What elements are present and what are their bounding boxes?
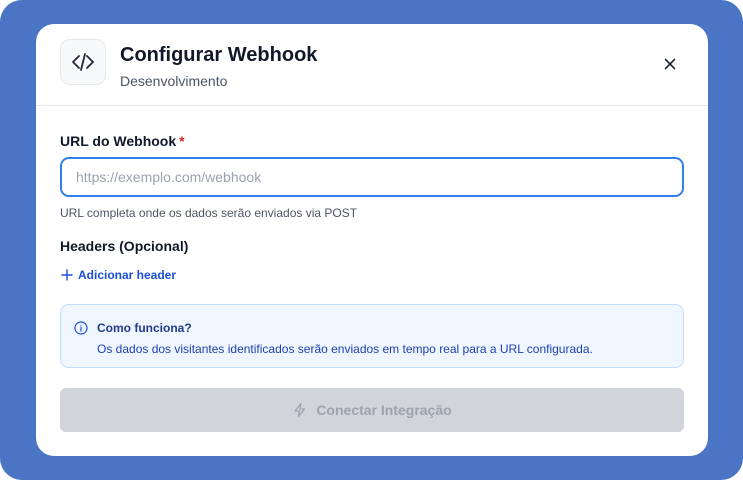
info-title: Como funciona?	[97, 321, 192, 335]
url-label-text: URL do Webhook	[60, 133, 177, 149]
required-marker: *	[179, 133, 185, 149]
webhook-url-input[interactable]	[60, 157, 684, 197]
dialog-subtitle: Desenvolvimento	[120, 73, 228, 89]
dialog-title: Configurar Webhook	[120, 44, 318, 66]
connect-button-label: Conectar Integração	[316, 402, 452, 418]
dialog-header: Configurar Webhook Desenvolvimento	[36, 24, 708, 106]
info-callout: Como funciona? Os dados dos visitantes i…	[60, 304, 684, 368]
webhook-dialog: Configurar Webhook Desenvolvimento URL d…	[36, 24, 708, 456]
add-header-button[interactable]: Adicionar header	[60, 267, 176, 283]
info-icon	[74, 321, 88, 335]
close-button[interactable]	[658, 54, 682, 78]
url-field-label: URL do Webhook *	[60, 132, 185, 150]
headers-section-label: Headers (Opcional)	[60, 238, 189, 254]
connect-integration-button[interactable]: Conectar Integração	[60, 388, 684, 432]
zap-icon	[292, 402, 308, 418]
modal-backdrop: Configurar Webhook Desenvolvimento URL d…	[0, 0, 743, 480]
add-header-label: Adicionar header	[78, 268, 177, 282]
code-icon	[60, 39, 106, 85]
info-text: Os dados dos visitantes identificados se…	[97, 342, 593, 356]
url-help-text: URL completa onde os dados serão enviado…	[60, 206, 358, 220]
close-icon	[664, 57, 676, 75]
plus-icon	[60, 268, 74, 282]
